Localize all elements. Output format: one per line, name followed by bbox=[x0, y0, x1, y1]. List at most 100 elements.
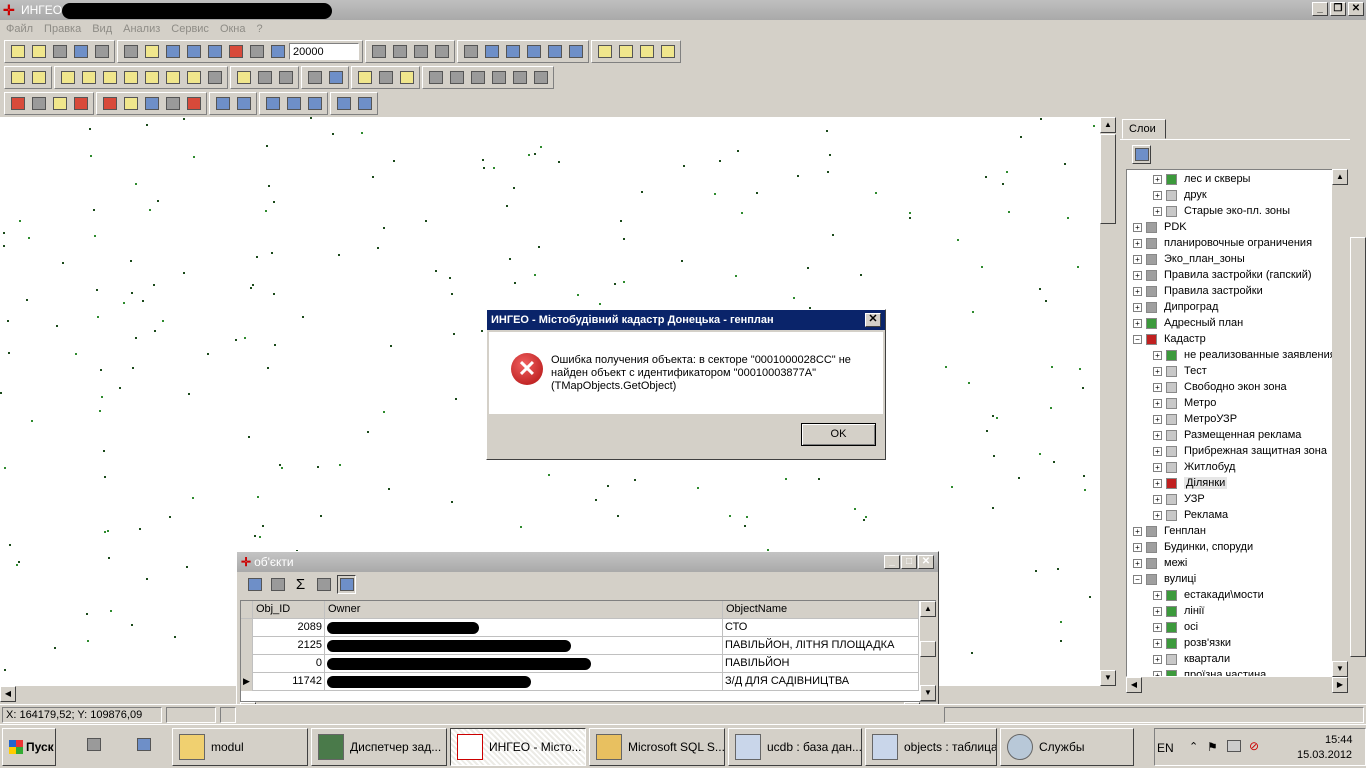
object-style-icon[interactable] bbox=[29, 68, 48, 87]
edit-2-icon[interactable] bbox=[79, 68, 98, 87]
layer-stack-icon[interactable] bbox=[1146, 525, 1157, 537]
layer-item[interactable]: + лес и скверы bbox=[1127, 171, 1347, 187]
layer-item[interactable]: + Старые эко-пл. зоны bbox=[1127, 203, 1347, 219]
layer-stack-icon[interactable] bbox=[1146, 269, 1157, 281]
open-map-icon[interactable] bbox=[8, 42, 27, 61]
tree-scroll-right-button[interactable]: ▶ bbox=[1332, 677, 1348, 693]
expand-icon[interactable]: + bbox=[1153, 478, 1162, 488]
layer-green-icon[interactable] bbox=[1166, 621, 1177, 633]
nav-3-icon[interactable] bbox=[305, 94, 324, 113]
expand-icon[interactable]: + bbox=[1153, 622, 1162, 632]
overlay-4-icon[interactable] bbox=[489, 68, 508, 87]
expand-icon[interactable]: + bbox=[1133, 558, 1142, 568]
layer-item[interactable]: + Размещенная реклама bbox=[1127, 427, 1347, 443]
compass-icon[interactable] bbox=[163, 94, 182, 113]
attr-2-icon[interactable] bbox=[276, 68, 295, 87]
expand-icon[interactable]: + bbox=[1153, 206, 1162, 216]
nav-2-icon[interactable] bbox=[284, 94, 303, 113]
minimize-button[interactable]: _ bbox=[1312, 2, 1328, 16]
zoom-in-icon[interactable] bbox=[184, 42, 203, 61]
close-button[interactable]: ✕ bbox=[1348, 2, 1364, 16]
print-icon[interactable] bbox=[50, 42, 69, 61]
layer-item[interactable]: + Эко_план_зоны bbox=[1127, 251, 1347, 267]
export-icon[interactable] bbox=[337, 575, 356, 594]
expand-icon[interactable]: + bbox=[1133, 542, 1142, 552]
objects-minimize-button[interactable]: _ bbox=[884, 555, 900, 569]
layer-new-icon[interactable] bbox=[369, 42, 388, 61]
calendar-icon[interactable] bbox=[50, 94, 69, 113]
pointer-icon[interactable] bbox=[461, 42, 480, 61]
col-obj-id[interactable]: Obj_ID bbox=[253, 601, 325, 619]
attr-table-icon[interactable] bbox=[255, 68, 274, 87]
expand-icon[interactable]: + bbox=[1153, 190, 1162, 200]
geo-2-icon[interactable] bbox=[376, 68, 395, 87]
expand-icon[interactable]: + bbox=[1153, 590, 1162, 600]
taskbar-button-sql-server[interactable]: Microsoft SQL S... bbox=[589, 728, 725, 766]
layer-item[interactable]: + УЗР bbox=[1127, 491, 1347, 507]
expand-icon[interactable]: + bbox=[1133, 238, 1142, 248]
expand-icon[interactable]: + bbox=[1153, 430, 1162, 440]
quicklaunch-server-icon[interactable] bbox=[84, 735, 103, 754]
forbid-icon[interactable] bbox=[8, 94, 27, 113]
select-poly-icon[interactable] bbox=[545, 42, 564, 61]
taskbar-button-ingeo[interactable]: ИНГЕО - Місто... bbox=[450, 728, 586, 766]
layer-stack-icon[interactable] bbox=[1146, 573, 1157, 585]
overlay-6-icon[interactable] bbox=[531, 68, 550, 87]
layer-item[interactable]: + Генплан bbox=[1127, 523, 1347, 539]
edit-4-icon[interactable] bbox=[121, 68, 140, 87]
map-vscrollbar[interactable]: ▲ ▼ bbox=[1100, 117, 1116, 686]
expand-icon[interactable]: + bbox=[1153, 174, 1162, 184]
layer-gray-icon[interactable] bbox=[1166, 461, 1177, 473]
menu-file[interactable]: Файл bbox=[6, 23, 33, 35]
binoculars-icon[interactable] bbox=[314, 575, 333, 594]
expand-icon[interactable]: + bbox=[1153, 638, 1162, 648]
edit-5-icon[interactable] bbox=[163, 68, 182, 87]
layer-item[interactable]: + Будинки, споруди bbox=[1127, 539, 1347, 555]
expand-icon[interactable]: + bbox=[1153, 398, 1162, 408]
save-disk-icon[interactable] bbox=[268, 575, 287, 594]
menu-view[interactable]: Вид bbox=[92, 23, 112, 35]
expand-icon[interactable]: + bbox=[1153, 654, 1162, 664]
tray-network-icon[interactable] bbox=[1227, 740, 1241, 752]
layer-green-icon[interactable] bbox=[1166, 349, 1177, 361]
nav-1-icon[interactable] bbox=[263, 94, 282, 113]
open-project-icon[interactable] bbox=[29, 42, 48, 61]
collapse-icon[interactable]: − bbox=[1133, 334, 1142, 344]
layer-settings-icon[interactable] bbox=[1132, 145, 1151, 164]
scroll-up-button[interactable]: ▲ bbox=[1100, 117, 1116, 133]
layer-stack-icon[interactable] bbox=[1146, 253, 1157, 265]
attr-1-icon[interactable] bbox=[234, 68, 253, 87]
whats-this-icon[interactable] bbox=[326, 68, 345, 87]
expand-icon[interactable]: + bbox=[1153, 350, 1162, 360]
layer-props-icon[interactable] bbox=[411, 42, 430, 61]
menu-windows[interactable]: Окна bbox=[220, 23, 246, 35]
layer-item[interactable]: + МетроУЗР bbox=[1127, 411, 1347, 427]
tree-scroll-left-button[interactable]: ◀ bbox=[1126, 677, 1142, 693]
layer-gray-icon[interactable] bbox=[1166, 445, 1177, 457]
zoom-fit-icon[interactable] bbox=[226, 42, 245, 61]
layer-gray-icon[interactable] bbox=[1166, 205, 1177, 217]
link-icon[interactable] bbox=[334, 94, 353, 113]
tab-layers[interactable]: Слои bbox=[1122, 119, 1166, 139]
tree-scroll-up-button[interactable]: ▲ bbox=[1332, 169, 1348, 185]
layer-gray-icon[interactable] bbox=[1166, 397, 1177, 409]
layer-green-icon[interactable] bbox=[1146, 317, 1157, 329]
expand-icon[interactable]: + bbox=[1133, 222, 1142, 232]
expand-icon[interactable]: + bbox=[1153, 414, 1162, 424]
pan-hand-icon[interactable] bbox=[142, 42, 161, 61]
layer-gray-icon[interactable] bbox=[1166, 381, 1177, 393]
dialog-close-button[interactable]: ✕ bbox=[865, 313, 881, 327]
expand-icon[interactable]: + bbox=[1153, 382, 1162, 392]
layer-red-icon[interactable] bbox=[1146, 333, 1157, 345]
expand-icon[interactable]: + bbox=[1153, 446, 1162, 456]
table-row[interactable]: 2125 ПАВІЛЬЙОН, ЛІТНЯ ПЛОЩАДКА bbox=[241, 637, 919, 655]
layer-item[interactable]: + квартали bbox=[1127, 651, 1347, 667]
scroll-left-button[interactable]: ◀ bbox=[0, 686, 16, 702]
scale-input[interactable] bbox=[289, 43, 359, 60]
layer-item[interactable]: + осі bbox=[1127, 619, 1347, 635]
table-row[interactable]: ▶ 11742 З/Д ДЛЯ САДІВНИЦТВА bbox=[241, 673, 919, 691]
grid-icon[interactable] bbox=[100, 94, 119, 113]
layer-green-icon[interactable] bbox=[1166, 637, 1177, 649]
geo-3-icon[interactable] bbox=[397, 68, 416, 87]
layer-item[interactable]: + не реализованные заявления bbox=[1127, 347, 1347, 363]
